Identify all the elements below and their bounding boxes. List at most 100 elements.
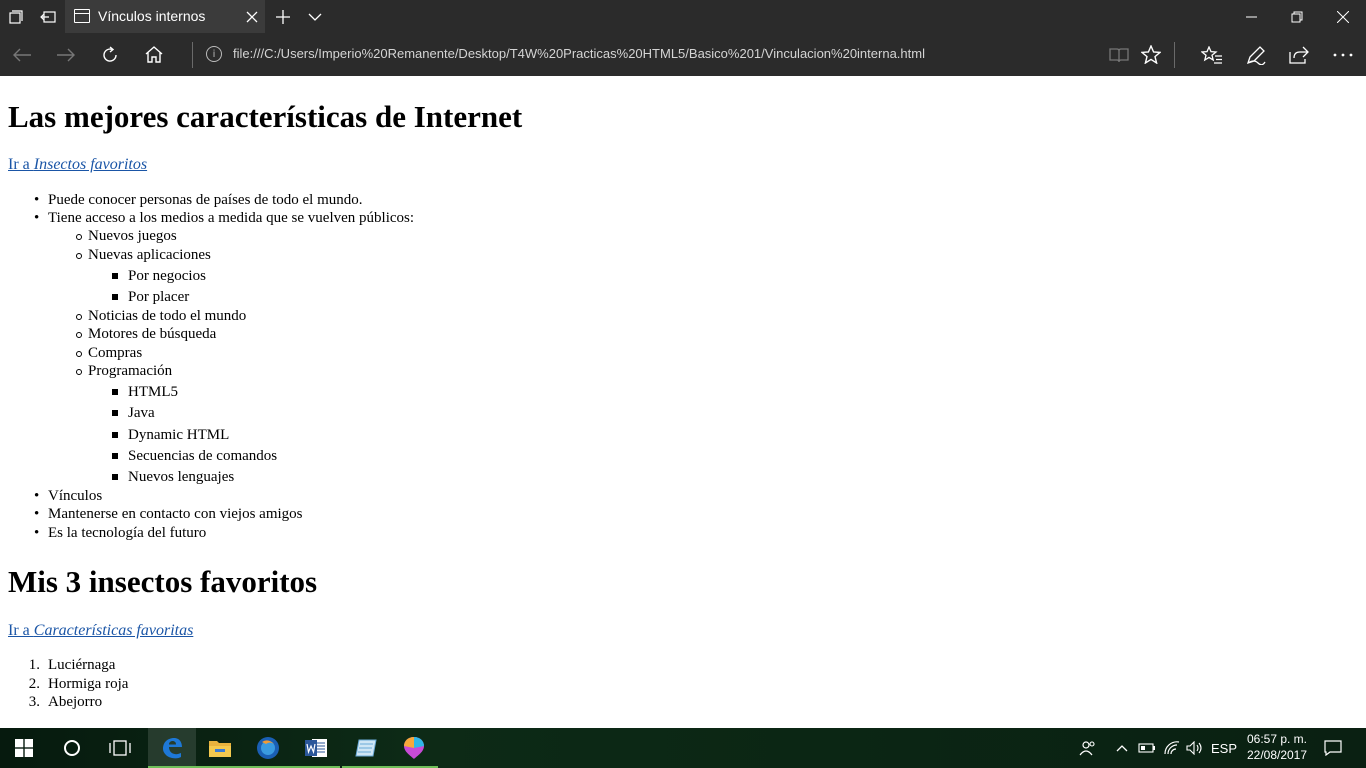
taskbar-app[interactable] (342, 728, 390, 768)
list-item: Mantenerse en contacto con viejos amigos (34, 505, 302, 523)
address-bar[interactable]: file:///C:/Users/Imperio%20Remanente/Des… (233, 46, 925, 61)
speaker-icon (1186, 741, 1202, 755)
list-item: Java (112, 405, 155, 421)
link1-prefix: Ir a (8, 156, 34, 173)
link2-target: Características favoritas (33, 622, 194, 639)
task-view-button[interactable] (96, 728, 144, 768)
tab-preview-chevron-icon[interactable] (299, 0, 331, 33)
reading-view-icon (1109, 47, 1129, 62)
refresh-button[interactable] (88, 33, 132, 76)
link-insectos-favoritos[interactable]: Ir a Insectos favoritos (8, 156, 147, 174)
wifi-icon[interactable] (1160, 728, 1184, 768)
chevron-down-icon (308, 13, 322, 21)
heading-insectos: Mis 3 insectos favoritos (8, 564, 318, 599)
list-item: Por negocios (112, 268, 206, 284)
link2-prefix: Ir a (8, 622, 34, 639)
input-language[interactable]: ESP (1210, 728, 1238, 768)
restore-button[interactable] (1274, 0, 1320, 33)
close-window-button[interactable] (1320, 0, 1366, 33)
show-tabs-aside-icon[interactable] (32, 0, 64, 33)
taskbar-file-explorer[interactable] (196, 728, 244, 768)
clock-time: 06:57 p. m. (1246, 732, 1308, 746)
close-tab-icon-svg (246, 11, 258, 22)
more-button[interactable] (1321, 33, 1365, 76)
taskbar-paint[interactable] (390, 728, 438, 768)
link1-target: Insectos favoritos (33, 156, 148, 173)
add-favorite-button[interactable] (1129, 33, 1173, 76)
folder-icon (209, 741, 231, 757)
taskbar-browser[interactable] (244, 728, 292, 768)
list-item: Noticias de todo el mundo (75, 308, 247, 324)
browser-nav-bar: i file:///C:/Users/Imperio%20Remanente/D… (0, 33, 1366, 76)
plus-icon (276, 9, 290, 24)
star-icon (1141, 45, 1161, 64)
page-icon (74, 9, 90, 23)
more-icon (1333, 53, 1353, 56)
tab-title: Vínculos internos (98, 8, 206, 24)
new-tab-icon[interactable] (267, 0, 299, 33)
taskbar-edge[interactable] (148, 728, 196, 768)
tab-vinculos-internos[interactable]: Vínculos internos (65, 0, 265, 33)
refresh-icon (103, 45, 117, 62)
list-item: Secuencias de comandos (111, 448, 278, 464)
list-item: HTML5 (112, 384, 178, 400)
chevron-up-icon (1116, 745, 1128, 752)
list-number: 2. (28, 676, 40, 692)
windows-logo-icon (15, 739, 33, 757)
taskbar-word[interactable] (292, 728, 340, 768)
share-button[interactable] (1277, 33, 1321, 76)
cortana-button[interactable] (48, 728, 96, 768)
battery-icon[interactable] (1136, 728, 1158, 768)
favorites-hub-button[interactable] (1190, 33, 1234, 76)
people-icon[interactable] (1076, 728, 1100, 768)
people-icon-svg (1079, 741, 1095, 756)
nav-divider-2 (1174, 42, 1175, 68)
list-item: Compras (75, 345, 143, 361)
pen-icon (1246, 45, 1266, 65)
back-button[interactable] (0, 33, 44, 76)
paint-3d-icon (404, 737, 424, 759)
home-button[interactable] (132, 33, 176, 76)
back-arrow-icon (13, 48, 31, 61)
list-number: 1. (28, 657, 40, 673)
site-info-icon[interactable]: i (206, 46, 222, 62)
windows-taskbar: ESP 06:57 p. m. 22/08/2017 (0, 728, 1366, 768)
nav-divider (192, 42, 193, 68)
minimize-button[interactable] (1228, 0, 1274, 33)
heading-caracteristicas: Las mejores características de Internet (8, 99, 523, 134)
list-item: Nuevos lenguajes (111, 469, 235, 485)
battery-icon-svg (1138, 743, 1155, 753)
list-item: Dynamic HTML (111, 427, 230, 443)
home-icon (145, 46, 163, 63)
volume-icon[interactable] (1184, 728, 1206, 768)
favorites-hub-icon (1201, 45, 1222, 64)
show-hidden-icons-chevron-icon[interactable] (1112, 728, 1132, 768)
wifi-icon-svg (1164, 741, 1180, 755)
list-item: Motores de búsqueda (75, 326, 217, 342)
close-tab-icon[interactable] (239, 0, 265, 33)
close-window-icon (1337, 10, 1349, 23)
restore-icon (1291, 11, 1303, 22)
edge-icon (163, 738, 182, 759)
list-item: Vínculos (34, 487, 102, 505)
action-center-icon[interactable] (1320, 728, 1346, 768)
list-number: 3. (28, 694, 40, 710)
list-item: Programación (75, 363, 173, 379)
notification-icon (1324, 740, 1342, 756)
start-button[interactable] (0, 728, 48, 768)
tabs-aside-icon[interactable] (0, 0, 32, 33)
web-note-button[interactable] (1234, 33, 1278, 76)
list-item: Tiene acceso a los medios a medida que s… (34, 209, 414, 227)
link-caracteristicas-favoritas[interactable]: Ir a Características favoritas (8, 622, 193, 640)
tabs-aside-icon-svg (9, 9, 23, 24)
minimize-icon (1245, 16, 1257, 17)
list-item: Abejorro (48, 694, 103, 710)
forward-button[interactable] (44, 33, 88, 76)
system-clock[interactable]: 06:57 p. m. 22/08/2017 (1244, 731, 1310, 763)
list-item: Puede conocer personas de países de todo… (34, 191, 362, 209)
web-page: Las mejores características de Internet … (0, 76, 1366, 728)
list-item: Por placer (111, 289, 190, 305)
list-item: Luciérnaga (48, 657, 116, 673)
share-icon (1289, 46, 1309, 64)
list-item: Nuevas aplicaciones (76, 247, 211, 263)
